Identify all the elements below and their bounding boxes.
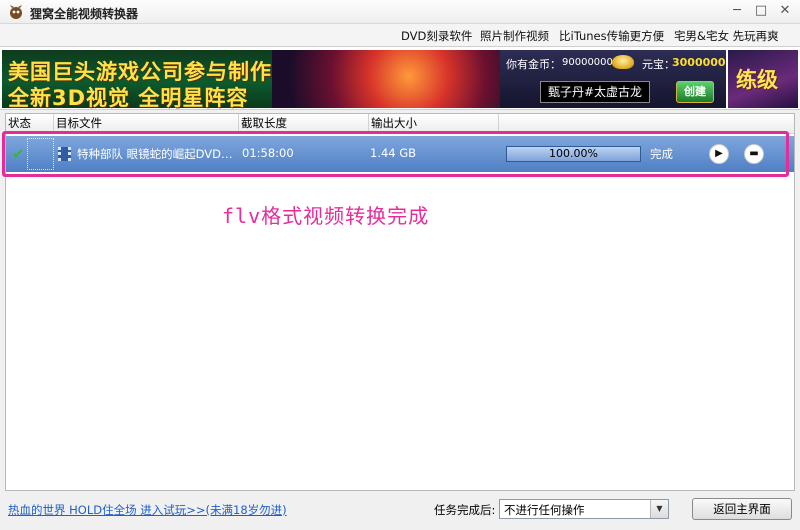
- gold-value: 90000000: [562, 57, 613, 68]
- maximize-button[interactable]: □: [750, 3, 772, 21]
- bottom-bar: 热血的世界 HOLD住全场 进入试玩>>(未满18岁勿进) 任务完成后: 不进行…: [0, 494, 800, 530]
- character-name-field[interactable]: 甄子丹#太虚古龙: [540, 81, 650, 103]
- yuanbao-label: 元宝：: [642, 58, 675, 71]
- level-up-text: 练级: [736, 68, 778, 92]
- app-logo-icon: [10, 5, 22, 19]
- banner-level-panel[interactable]: 练级: [728, 50, 798, 108]
- banner-text-panel[interactable]: 美国巨头游戏公司参与制作 全新3D视觉 全明星阵容: [2, 50, 272, 110]
- game-ad-link[interactable]: 热血的世界 HOLD住全场 进入试玩>>(未满18岁勿进): [8, 502, 287, 518]
- after-task-value: 不进行任何操作: [504, 503, 585, 517]
- link-itunes[interactable]: 比iTunes传输更方便: [559, 28, 664, 44]
- window-title: 狸窝全能视频转换器: [30, 7, 139, 21]
- return-main-button[interactable]: 返回主界面: [692, 498, 792, 520]
- banner-artwork[interactable]: [272, 50, 500, 108]
- after-task-label: 任务完成后:: [434, 503, 496, 517]
- after-task-select[interactable]: 不进行任何操作 ▼: [499, 499, 669, 519]
- yuanbao-value: 3000000: [672, 56, 726, 69]
- minimize-button[interactable]: ─: [726, 3, 748, 21]
- close-button[interactable]: ✕: [774, 3, 796, 21]
- link-dvd-burn[interactable]: DVD刻录软件: [401, 28, 472, 44]
- gold-label: 你有金币：: [506, 58, 561, 71]
- link-game[interactable]: 宅男&宅女 先玩再爽: [674, 28, 779, 44]
- top-link-bar: DVD刻录软件 照片制作视频 比iTunes传输更方便 宅男&宅女 先玩再爽: [0, 24, 800, 46]
- title-bar: 狸窝全能视频转换器 ─ □ ✕: [0, 0, 800, 24]
- create-character-button[interactable]: 创建: [676, 81, 714, 103]
- chevron-down-icon[interactable]: ▼: [650, 500, 668, 518]
- banner-game-panel[interactable]: 你有金币： 90000000 元宝： 3000000 甄子丹#太虚古龙 创建: [500, 50, 726, 108]
- link-photo-video[interactable]: 照片制作视频: [480, 28, 549, 44]
- banner-ad[interactable]: 美国巨头游戏公司参与制作 全新3D视觉 全明星阵容 你有金币： 90000000…: [0, 46, 800, 110]
- row-highlight-box: [2, 131, 789, 177]
- annotation-text: flv格式视频转换完成: [222, 204, 430, 228]
- gold-ingot-icon: [612, 55, 634, 69]
- banner-subheadline: 全新3D视觉 全明星阵容: [8, 86, 249, 110]
